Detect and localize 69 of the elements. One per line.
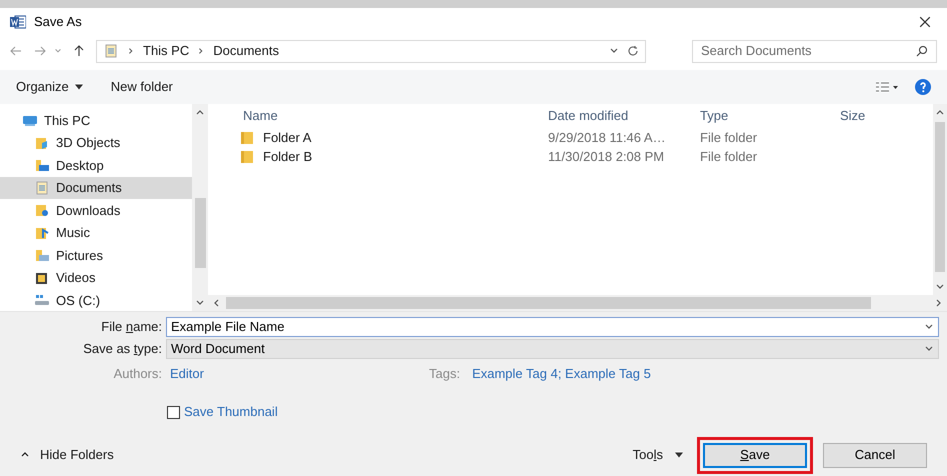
file-type: File folder <box>700 148 758 166</box>
folder-icon <box>241 130 253 145</box>
field-label: Save as type: <box>82 340 163 358</box>
search-input[interactable]: Search Documents <box>701 41 916 61</box>
sidebar-item[interactable]: Downloads <box>0 199 192 222</box>
help-icon[interactable] <box>915 79 931 95</box>
file-row[interactable]: Folder B 11/30/2018 2:08 PM File folder <box>208 147 933 166</box>
scrollbar-thumb[interactable] <box>935 122 945 272</box>
column-header[interactable]: Date modified <box>548 106 700 126</box>
sidebar-item[interactable]: Music <box>0 222 192 244</box>
document-icon <box>34 180 50 196</box>
breadcrumb-item[interactable]: Documents <box>213 41 279 61</box>
field-label: Tags: <box>429 365 462 384</box>
horizontal-scrollbar[interactable] <box>208 295 947 311</box>
up-arrow-icon[interactable] <box>74 45 84 57</box>
caret-icon <box>74 84 83 90</box>
close-icon <box>919 16 931 28</box>
field-label: Authors: <box>112 365 163 384</box>
sidebar-item[interactable]: This PC <box>0 109 192 132</box>
date-modified: 11/30/2018 2:08 PM <box>548 148 666 166</box>
sidebar-scrollbar[interactable] <box>192 104 208 311</box>
caret-icon <box>675 452 683 458</box>
search-icon <box>916 45 928 57</box>
authors-value[interactable]: Editor <box>166 364 429 384</box>
column-header[interactable]: Type <box>700 106 840 126</box>
organize-menu-button[interactable]: Organize <box>16 77 83 97</box>
scrollbar-thumb[interactable] <box>226 297 871 309</box>
thumbnail-checkbox[interactable] <box>167 406 180 418</box>
file-type: File folder <box>700 129 758 147</box>
date-modified: 9/29/2018 11:46 A… <box>548 129 667 147</box>
search-field[interactable]: Search Documents <box>692 40 937 62</box>
sidebar-item[interactable]: OS (C:) <box>0 289 192 312</box>
sidebar-item[interactable]: 3D Objects <box>0 132 192 154</box>
folder-icon <box>241 150 253 164</box>
file-type-dropdown[interactable]: Word Document <box>166 339 939 359</box>
dropdown-chevron-icon <box>924 322 934 332</box>
document-icon <box>103 43 119 59</box>
scrollbar-thumb[interactable] <box>194 198 206 268</box>
download-folder-icon <box>34 202 50 218</box>
hide-folders-button[interactable]: Hide Folders <box>20 445 114 465</box>
window-title: Save As <box>34 13 82 32</box>
sidebar-item[interactable]: Videos <box>0 266 192 289</box>
word-icon <box>10 15 26 29</box>
breadcrumb-item[interactable]: This PC <box>143 41 190 61</box>
back-arrow-icon[interactable] <box>10 46 22 56</box>
tools-menu-button[interactable]: Tools <box>632 445 683 465</box>
save-button[interactable]: Save <box>703 442 807 468</box>
cancel-button[interactable]: Cancel <box>823 442 927 468</box>
tags-value[interactable]: Example Tag 4; Example Tag 5 <box>472 364 651 384</box>
pictures-folder-icon <box>34 247 50 264</box>
list-scrollbar[interactable] <box>933 104 947 295</box>
column-header[interactable]: Name <box>208 106 548 126</box>
sidebar-item[interactable]: Pictures <box>0 244 192 266</box>
sidebar-item[interactable]: Desktop <box>0 154 192 176</box>
new-folder-button[interactable]: New folder <box>110 77 173 97</box>
checkbox-label[interactable]: Save Thumbnail <box>184 402 278 422</box>
dropdown-chevron-icon <box>54 47 62 55</box>
field-label: File name: <box>100 318 163 336</box>
forward-arrow-icon[interactable] <box>34 46 46 56</box>
view-options-icon[interactable] <box>875 81 899 93</box>
column-header[interactable]: Size <box>840 106 933 126</box>
address-bar[interactable]: This PC Documents <box>96 40 646 62</box>
sidebar-item[interactable]: Documents <box>0 176 192 199</box>
refresh-icon[interactable] <box>627 45 639 57</box>
file-name: Folder A <box>263 129 312 147</box>
file-name: Folder B <box>263 148 312 166</box>
breadcrumb-chevron-icon <box>127 47 135 55</box>
file-row[interactable]: Folder A 9/29/2018 11:46 A… File folder <box>208 128 933 147</box>
desktop-folder-icon <box>34 157 50 174</box>
